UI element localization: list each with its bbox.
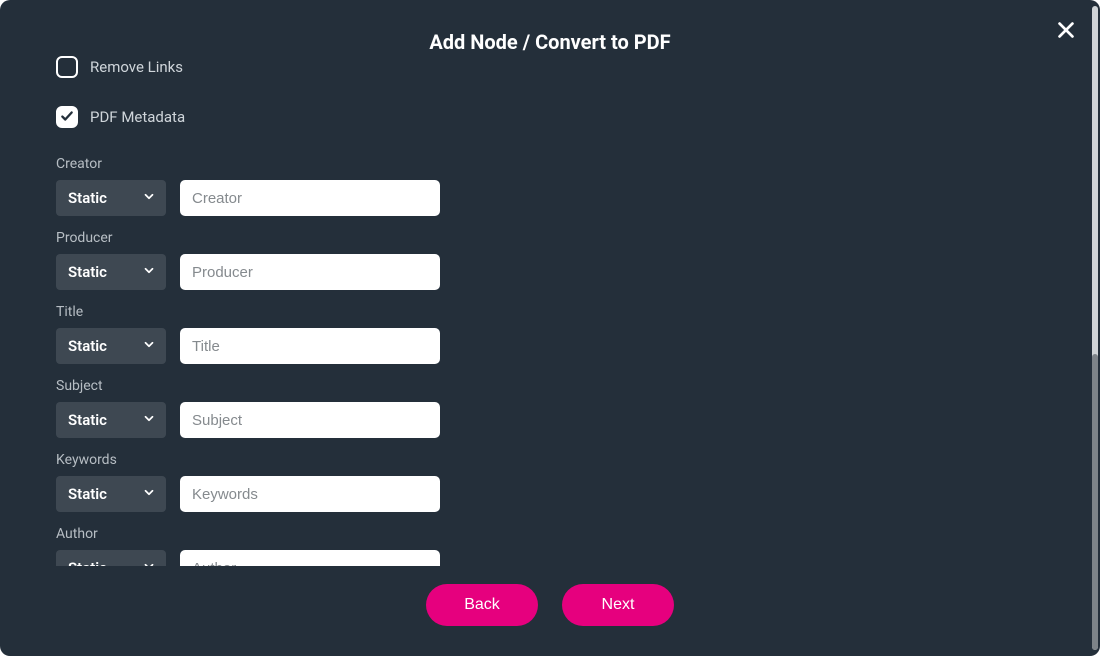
back-button[interactable]: Back (426, 584, 538, 626)
chevron-down-icon (142, 559, 156, 567)
modal-footer: Back Next (0, 584, 1100, 626)
remove-links-row: Remove Links (56, 56, 1080, 78)
pdf-metadata-row: PDF Metadata (56, 106, 1080, 128)
close-icon (1055, 19, 1077, 45)
title-label: Title (56, 304, 1080, 320)
title-field: Title Static (56, 304, 1080, 364)
subject-type-select[interactable]: Static (56, 402, 166, 438)
scrollbar-thumb[interactable] (1092, 354, 1098, 650)
title-input[interactable] (180, 328, 440, 364)
subject-field: Subject Static (56, 378, 1080, 438)
add-node-modal: Add Node / Convert to PDF Remove Links P… (0, 0, 1100, 656)
creator-label: Creator (56, 156, 1080, 172)
vertical-scrollbar[interactable] (1092, 6, 1098, 650)
keywords-field: Keywords Static (56, 452, 1080, 512)
chevron-down-icon (142, 337, 156, 356)
keywords-input[interactable] (180, 476, 440, 512)
close-button[interactable] (1052, 18, 1080, 46)
author-field: Author Static (56, 526, 1080, 566)
keywords-type-select[interactable]: Static (56, 476, 166, 512)
remove-links-checkbox[interactable] (56, 56, 78, 78)
keywords-label: Keywords (56, 452, 1080, 468)
remove-links-label: Remove Links (90, 58, 183, 76)
author-input[interactable] (180, 550, 440, 566)
select-value: Static (68, 189, 107, 207)
select-value: Static (68, 263, 107, 281)
select-value: Static (68, 411, 107, 429)
form-scroll-area: Remove Links PDF Metadata Creator Static (56, 56, 1080, 566)
subject-input[interactable] (180, 402, 440, 438)
producer-field: Producer Static (56, 230, 1080, 290)
creator-field: Creator Static (56, 156, 1080, 216)
chevron-down-icon (142, 411, 156, 430)
modal-title: Add Node / Convert to PDF (56, 30, 1044, 54)
author-label: Author (56, 526, 1080, 542)
select-value: Static (68, 337, 107, 355)
pdf-metadata-checkbox[interactable] (56, 106, 78, 128)
creator-input[interactable] (180, 180, 440, 216)
select-value: Static (68, 559, 107, 566)
chevron-down-icon (142, 263, 156, 282)
chevron-down-icon (142, 189, 156, 208)
producer-label: Producer (56, 230, 1080, 246)
select-value: Static (68, 485, 107, 503)
next-button[interactable]: Next (562, 584, 674, 626)
pdf-metadata-label: PDF Metadata (90, 108, 185, 126)
check-icon (60, 108, 74, 127)
title-type-select[interactable]: Static (56, 328, 166, 364)
chevron-down-icon (142, 485, 156, 504)
author-type-select[interactable]: Static (56, 550, 166, 566)
producer-input[interactable] (180, 254, 440, 290)
subject-label: Subject (56, 378, 1080, 394)
producer-type-select[interactable]: Static (56, 254, 166, 290)
creator-type-select[interactable]: Static (56, 180, 166, 216)
